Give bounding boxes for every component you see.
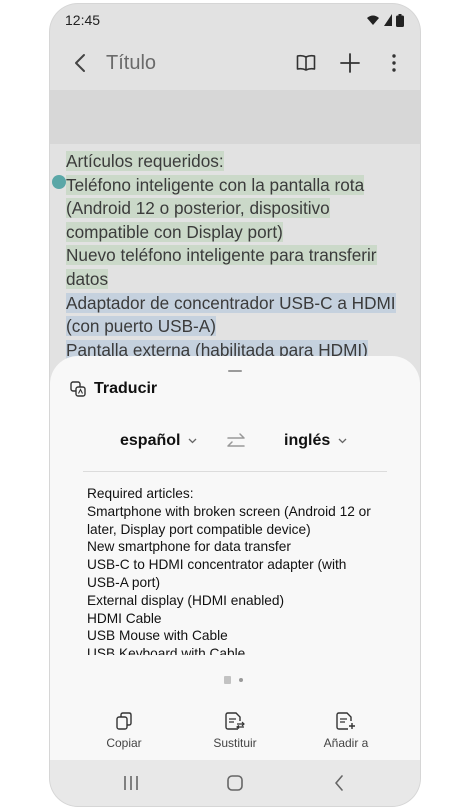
- result-line: USB-C to HDMI concentrator adapter (with: [87, 557, 347, 573]
- sheet-title: Traducir: [94, 380, 158, 397]
- swap-languages-button[interactable]: [225, 432, 247, 452]
- result-line: External display (HDMI enabled): [87, 592, 285, 608]
- page-title: Título: [106, 51, 157, 74]
- status-bar: 12:45: [50, 4, 420, 36]
- copy-label: Copiar: [106, 736, 142, 750]
- note-line: Artículos requeridos:: [66, 151, 224, 171]
- note-line: datos: [66, 268, 109, 289]
- divider: [83, 471, 387, 472]
- copy-icon: [116, 712, 132, 730]
- add-to-button[interactable]: Añadir a: [301, 712, 391, 750]
- note-line: Nuevo teléfono inteligente para transfer…: [66, 245, 377, 266]
- result-line: USB Keyboard with Cable: [87, 646, 246, 655]
- reading-mode-button[interactable]: [294, 51, 318, 75]
- source-language-label: español: [120, 432, 181, 449]
- home-icon: [227, 775, 243, 791]
- target-language-dropdown[interactable]: inglés: [284, 432, 347, 450]
- source-language-dropdown[interactable]: español: [120, 432, 197, 450]
- phone-screen: 12:45 Título Artículos requeridos: Teléf…: [50, 4, 420, 806]
- back-icon: [75, 54, 85, 72]
- navigation-bar: [50, 760, 420, 806]
- note-line: (con puerto USB-A): [66, 316, 216, 337]
- add-to-icon: [336, 712, 355, 730]
- page-indicator-dot: [239, 678, 243, 682]
- home-button[interactable]: [223, 772, 247, 794]
- status-icons: [366, 13, 404, 27]
- add-to-label: Añadir a: [323, 736, 369, 750]
- replace-icon: [225, 712, 245, 730]
- selection-handle[interactable]: [52, 175, 66, 189]
- replace-label: Sustituir: [213, 736, 257, 750]
- sheet-header: Traducir: [70, 380, 157, 398]
- page-indicator-current: [224, 676, 231, 684]
- translate-sheet: Traducir español inglés Required article…: [50, 356, 420, 766]
- note-body[interactable]: Artículos requeridos: Teléfono inteligen…: [66, 150, 406, 362]
- add-button[interactable]: [338, 51, 362, 75]
- swap-icon: [227, 433, 245, 447]
- more-icon: [392, 54, 396, 72]
- app-bar: Título: [50, 36, 420, 90]
- note-line: Teléfono inteligente con la pantalla rot…: [66, 174, 365, 195]
- book-icon: [296, 54, 316, 71]
- signal-icon: [384, 14, 392, 26]
- toolbar-area: [50, 90, 420, 144]
- status-time: 12:45: [65, 12, 101, 28]
- result-line: Smartphone with broken screen (Android 1…: [87, 503, 371, 519]
- plus-icon: [340, 53, 360, 73]
- nav-back-icon: [335, 775, 343, 791]
- action-bar: Copiar Sustituir Añadir a: [50, 712, 420, 762]
- note-line: Adaptador de concentrador USB-C a HDMI: [66, 292, 396, 313]
- result-line: New smartphone for data transfer: [87, 539, 291, 555]
- note-line: compatible con Display port): [66, 221, 283, 242]
- replace-button[interactable]: Sustituir: [190, 712, 280, 750]
- wifi-icon: [367, 15, 379, 25]
- result-line: Required articles:: [87, 486, 194, 501]
- more-options-button[interactable]: [382, 51, 406, 75]
- nav-back-button[interactable]: [327, 772, 351, 794]
- app-actions: [294, 51, 406, 75]
- copy-button[interactable]: Copiar: [79, 712, 169, 750]
- back-button[interactable]: [68, 51, 92, 75]
- note-line: (Android 12 o posterior, dispositivo: [66, 198, 330, 219]
- result-line: HDMI Cable: [87, 610, 162, 626]
- chevron-down-icon: [189, 438, 197, 444]
- translate-icon: [70, 381, 86, 397]
- drag-handle[interactable]: [228, 370, 242, 372]
- recents-button[interactable]: [119, 772, 143, 794]
- page-indicator: [224, 676, 243, 684]
- language-selector: español inglés: [50, 422, 420, 462]
- target-language-label: inglés: [284, 432, 331, 449]
- chevron-down-icon: [338, 438, 347, 444]
- result-line: USB Mouse with Cable: [87, 628, 228, 644]
- result-line: later, Display port compatible device): [87, 521, 311, 537]
- recents-icon: [124, 776, 138, 790]
- result-line: USB-A port): [87, 574, 161, 590]
- translation-result[interactable]: Required articles: Smartphone with broke…: [87, 485, 387, 655]
- battery-icon: [396, 13, 404, 27]
